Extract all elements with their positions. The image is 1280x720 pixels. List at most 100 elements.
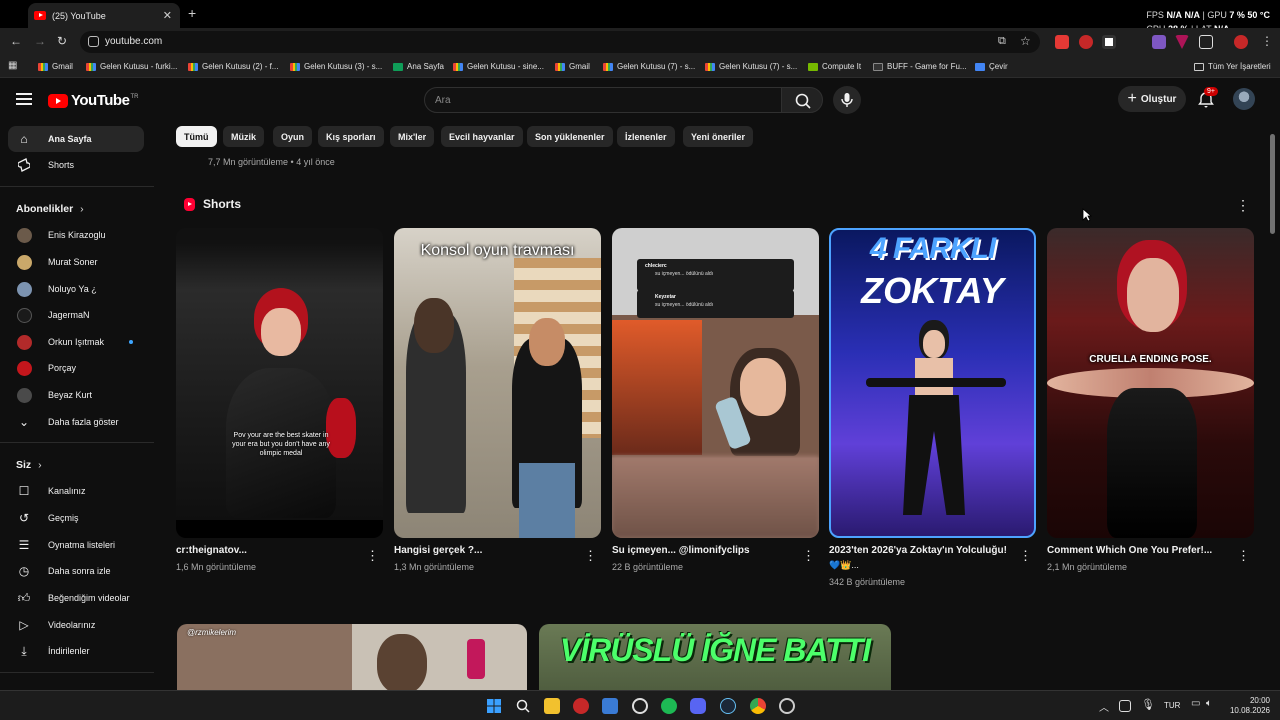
chip-gaming[interactable]: Oyun [273, 126, 313, 147]
short-title[interactable]: Hangisi gerçek ?... [394, 545, 574, 556]
extension-red-circle-icon[interactable] [1079, 35, 1093, 49]
sidebar-item-shorts[interactable]: Shorts [8, 152, 144, 178]
sidebar-item-downloads[interactable]: ⤓ İndirilenler [8, 638, 144, 664]
volume-icon[interactable]: 🔈︎ [1206, 698, 1212, 709]
extensions-puzzle-icon[interactable] [1199, 35, 1213, 49]
more-options-icon[interactable]: ⋮ [366, 548, 379, 564]
browser-tab-youtube[interactable]: (25) YouTube ✕ [28, 3, 180, 28]
bookmark-item[interactable]: Compute It [808, 62, 861, 71]
sidebar-item-watch-later[interactable]: ◷ Daha sonra izle [8, 558, 144, 584]
subscription-item[interactable]: Murat Soner [8, 249, 144, 275]
bookmark-item[interactable]: Çevir [975, 62, 1008, 71]
extension-shield-icon[interactable] [1175, 35, 1189, 49]
more-options-icon[interactable]: ⋮ [1019, 548, 1032, 564]
file-explorer-icon[interactable] [544, 698, 560, 714]
bookmark-star-icon[interactable]: ☆ [1020, 34, 1031, 48]
subscriptions-heading[interactable]: Abonelikler › [16, 203, 84, 215]
chip-watched[interactable]: İzlenenler [617, 126, 675, 147]
sidebar-item-channel[interactable]: ☐ Kanalınız [8, 478, 144, 504]
subscription-item[interactable]: Orkun Işıtmak [8, 329, 144, 355]
forward-arrow-icon[interactable]: → [34, 34, 46, 48]
more-options-icon[interactable]: ⋮ [1236, 197, 1250, 214]
bookmark-item[interactable]: Gelen Kutusu (7) - s... [705, 62, 797, 71]
bookmark-item[interactable]: Gmail [555, 62, 590, 71]
close-tab-icon[interactable]: ✕ [163, 9, 172, 22]
create-button[interactable]: + Oluştur [1118, 86, 1186, 112]
steam-icon[interactable] [720, 698, 736, 714]
bookmark-item[interactable]: Ana Sayfa [393, 62, 444, 71]
hamburger-menu-icon[interactable] [16, 93, 32, 105]
bookmark-item[interactable]: Gelen Kutusu - sine... [453, 62, 544, 71]
site-info-icon[interactable] [88, 36, 99, 47]
short-card[interactable]: chlecierc su içmeyen... ödülünü aldı Key… [612, 228, 819, 572]
short-card[interactable]: Pov your are the best skater in your era… [176, 228, 383, 572]
bookmark-item[interactable]: Gmail [38, 62, 73, 71]
sidebar-item-home[interactable]: ⌂ Ana Sayfa [8, 126, 144, 152]
profile-avatar-icon[interactable] [1234, 35, 1248, 49]
monitor-icon[interactable]: ▭ [1191, 698, 1200, 709]
bookmark-item[interactable]: Gelen Kutusu (3) - s... [290, 62, 382, 71]
apps-grid-icon[interactable]: ▦ [8, 60, 17, 71]
new-tab-icon[interactable]: + [188, 5, 196, 21]
show-more-button[interactable]: ⌄ Daha fazla göster [8, 409, 144, 435]
input-language[interactable]: TUR [1164, 701, 1180, 710]
search-button[interactable] [781, 87, 823, 113]
sidebar-item-history[interactable]: ↺ Geçmiş [8, 505, 144, 531]
address-bar[interactable]: youtube.com ⧉ ☆ [80, 31, 1040, 53]
app-icon[interactable] [779, 698, 795, 714]
short-thumbnail[interactable]: 4 FARKLI ZOKTAY [829, 228, 1036, 538]
browser-menu-icon[interactable]: ⋮ [1261, 34, 1273, 48]
search-icon[interactable] [515, 698, 531, 714]
extension-square-icon[interactable] [1102, 35, 1116, 49]
video-thumbnail[interactable]: VİRÜSLÜ İĞNE BATTI [539, 624, 891, 694]
subscription-item[interactable]: Beyaz Kurt [8, 382, 144, 408]
chip-music[interactable]: Müzik [223, 126, 265, 147]
short-card[interactable]: Konsol oyun travması Hangisi gerçek ?...… [394, 228, 601, 572]
short-thumbnail[interactable]: Konsol oyun travması [394, 228, 601, 538]
you-heading[interactable]: Siz › [16, 459, 42, 471]
voice-search-button[interactable] [833, 86, 861, 114]
short-thumbnail[interactable]: Pov your are the best skater in your era… [176, 228, 383, 538]
subscription-item[interactable]: JagermaN [8, 302, 144, 328]
chip-new-to-you[interactable]: Yeni öneriler [683, 126, 754, 147]
windows-start-icon[interactable] [486, 698, 502, 714]
install-app-icon[interactable]: ⧉ [998, 35, 1006, 48]
extension-red-icon[interactable] [1055, 35, 1069, 49]
app-icon[interactable] [573, 698, 589, 714]
chevron-up-icon[interactable]: ︿ [1099, 699, 1109, 714]
short-card[interactable]: CRUELLA ENDING POSE. Comment Which One Y… [1047, 228, 1254, 572]
reload-icon[interactable]: ↻ [57, 34, 67, 48]
bookmark-item[interactable]: BUFF - Game for Fu... [873, 62, 967, 71]
all-bookmarks-folder[interactable]: Tüm Yer İşaretleri [1194, 62, 1271, 71]
back-arrow-icon[interactable]: ← [10, 34, 22, 48]
chip-all[interactable]: Tümü [176, 126, 217, 147]
bookmark-item[interactable]: Gelen Kutusu (2) - f... [188, 62, 278, 71]
tray-app-icon[interactable] [1119, 700, 1131, 712]
subscription-item[interactable]: Enis Kirazoglu [8, 222, 144, 248]
bookmark-item[interactable]: Gelen Kutusu - furki... [86, 62, 177, 71]
chip-mixes[interactable]: Mix'ler [390, 126, 435, 147]
more-options-icon[interactable]: ⋮ [1237, 548, 1250, 564]
short-title[interactable]: Su içmeyen... @limonifyclips [612, 545, 792, 556]
short-thumbnail[interactable]: chlecierc su içmeyen... ödülünü aldı Key… [612, 228, 819, 538]
bookmark-item[interactable]: Gelen Kutusu (7) - s... [603, 62, 695, 71]
short-title[interactable]: Comment Which One You Prefer!... [1047, 545, 1227, 556]
extension-purple-icon[interactable] [1152, 35, 1166, 49]
subscription-item[interactable]: Porçay [8, 355, 144, 381]
account-avatar[interactable] [1233, 88, 1255, 110]
more-options-icon[interactable]: ⋮ [802, 548, 815, 564]
system-clock[interactable]: 20:00 10.08.2026 [1230, 696, 1270, 716]
chip-recently-uploaded[interactable]: Son yüklenenler [527, 126, 613, 147]
short-title[interactable]: cr:theignatov... [176, 545, 356, 556]
sidebar-item-your-videos[interactable]: ▷ Videolarınız [8, 612, 144, 638]
settings-icon[interactable] [632, 698, 648, 714]
subscription-item[interactable]: Noluyo Ya ¿ [8, 276, 144, 302]
chip-pets[interactable]: Evcil hayvanlar [441, 126, 523, 147]
spotify-icon[interactable] [661, 698, 677, 714]
store-icon[interactable] [602, 698, 618, 714]
discord-icon[interactable] [690, 698, 706, 714]
youtube-logo[interactable]: YouTube TR [48, 92, 138, 109]
page-scrollbar[interactable] [1270, 134, 1275, 234]
short-title[interactable]: 2023'ten 2026'ya Zoktay'ın Yolculuğu! [829, 545, 1009, 556]
video-thumbnail[interactable]: @rzmikelerim [177, 624, 527, 694]
